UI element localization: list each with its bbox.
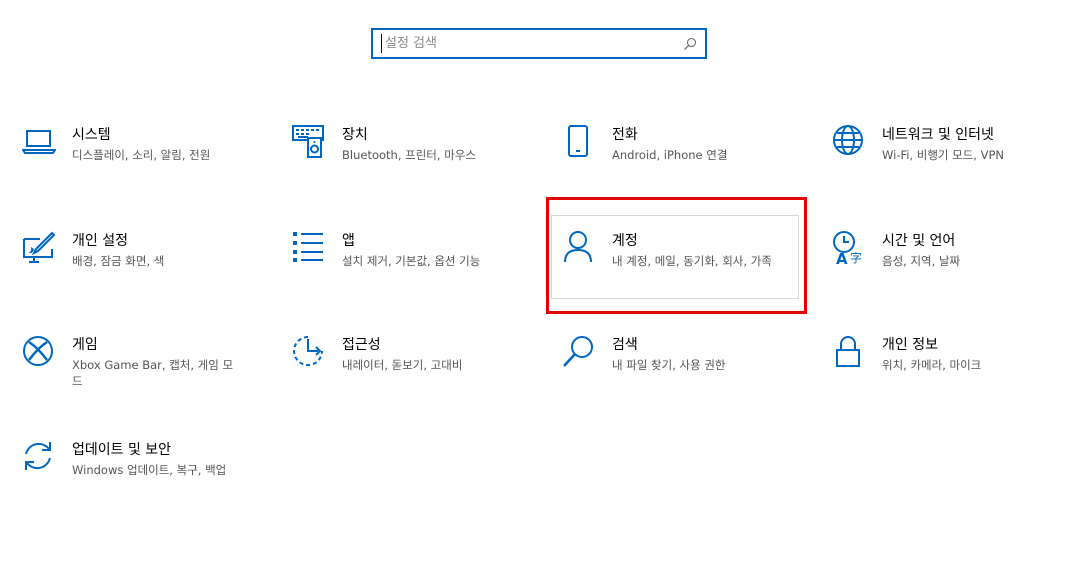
- svg-text:字: 字: [850, 250, 862, 265]
- search-icon[interactable]: [683, 36, 697, 50]
- tile-title: 시스템: [72, 127, 111, 143]
- tile-apps[interactable]: 앱 설치 제거, 기본값, 옵션 기능: [292, 231, 542, 313]
- tile-title: 장치: [342, 127, 368, 143]
- accessibility-icon: [292, 335, 326, 369]
- tile-accounts[interactable]: 계정 내 계정, 메일, 동기화, 회사, 가족: [562, 231, 812, 313]
- tile-description: Bluetooth, 프린터, 마우스: [342, 148, 476, 162]
- tile-title: 업데이트 및 보안: [72, 442, 172, 458]
- search-box[interactable]: [371, 28, 707, 59]
- apps-list-icon: [292, 231, 326, 265]
- tile-description: Xbox Game Bar, 캡처, 게임 모드: [72, 358, 234, 388]
- time-language-icon: A字: [832, 231, 866, 265]
- tile-devices[interactable]: 장치 Bluetooth, 프린터, 마우스: [292, 125, 542, 207]
- tile-title: 접근성: [342, 337, 381, 353]
- tile-title: 네트워크 및 인터넷: [882, 127, 994, 143]
- tile-gaming[interactable]: 게임 Xbox Game Bar, 캡처, 게임 모드: [22, 335, 272, 417]
- tile-description: 내 계정, 메일, 동기화, 회사, 가족: [612, 254, 772, 268]
- tile-privacy[interactable]: 개인 정보 위치, 카메라, 마이크: [832, 335, 1073, 417]
- tile-title: 앱: [342, 233, 355, 249]
- tile-update-security[interactable]: 업데이트 및 보안 Windows 업데이트, 복구, 백업: [22, 440, 272, 522]
- update-icon: [22, 440, 56, 474]
- lock-icon: [832, 335, 866, 369]
- phone-icon: [562, 125, 596, 159]
- tile-description: 설치 제거, 기본값, 옵션 기능: [342, 254, 481, 268]
- tile-accessibility[interactable]: 접근성 내레이터, 돋보기, 고대비: [292, 335, 542, 417]
- tile-description: Windows 업데이트, 복구, 백업: [72, 463, 227, 477]
- personalization-icon: [22, 231, 56, 265]
- tile-search[interactable]: 검색 내 파일 찾기, 사용 권한: [562, 335, 812, 417]
- search-input[interactable]: [381, 34, 671, 53]
- xbox-icon: [22, 335, 56, 369]
- tile-network[interactable]: 네트워크 및 인터넷 Wi-Fi, 비행기 모드, VPN: [832, 125, 1073, 207]
- devices-icon: [292, 125, 326, 159]
- tile-title: 시간 및 언어: [882, 233, 956, 249]
- globe-icon: [832, 125, 866, 159]
- search-icon: [562, 335, 596, 369]
- tile-description: 디스플레이, 소리, 알림, 전원: [72, 148, 211, 162]
- tile-title: 계정: [612, 233, 638, 249]
- tile-time-language[interactable]: A字 시간 및 언어 음성, 지역, 날짜: [832, 231, 1073, 313]
- tile-description: 음성, 지역, 날짜: [882, 254, 961, 268]
- laptop-icon: [22, 125, 56, 159]
- svg-text:A: A: [836, 250, 848, 265]
- tile-title: 개인 설정: [72, 233, 128, 249]
- tile-phone[interactable]: 전화 Android, iPhone 연결: [562, 125, 812, 207]
- tile-title: 개인 정보: [882, 337, 938, 353]
- tile-description: Wi-Fi, 비행기 모드, VPN: [882, 148, 1005, 162]
- tile-title: 전화: [612, 127, 638, 143]
- tile-description: 배경, 잠금 화면, 색: [72, 254, 165, 268]
- settings-home: 시스템 디스플레이, 소리, 알림, 전원 장치 Bluetooth, 프린터,…: [0, 0, 1073, 588]
- tile-system[interactable]: 시스템 디스플레이, 소리, 알림, 전원: [22, 125, 272, 207]
- tile-description: 내 파일 찾기, 사용 권한: [612, 358, 726, 372]
- tile-title: 검색: [612, 337, 638, 353]
- tile-description: 내레이터, 돋보기, 고대비: [342, 358, 463, 372]
- tile-personalization[interactable]: 개인 설정 배경, 잠금 화면, 색: [22, 231, 272, 313]
- tile-title: 게임: [72, 337, 98, 353]
- person-icon: [562, 231, 596, 265]
- tile-description: Android, iPhone 연결: [612, 148, 728, 162]
- tile-description: 위치, 카메라, 마이크: [882, 358, 982, 372]
